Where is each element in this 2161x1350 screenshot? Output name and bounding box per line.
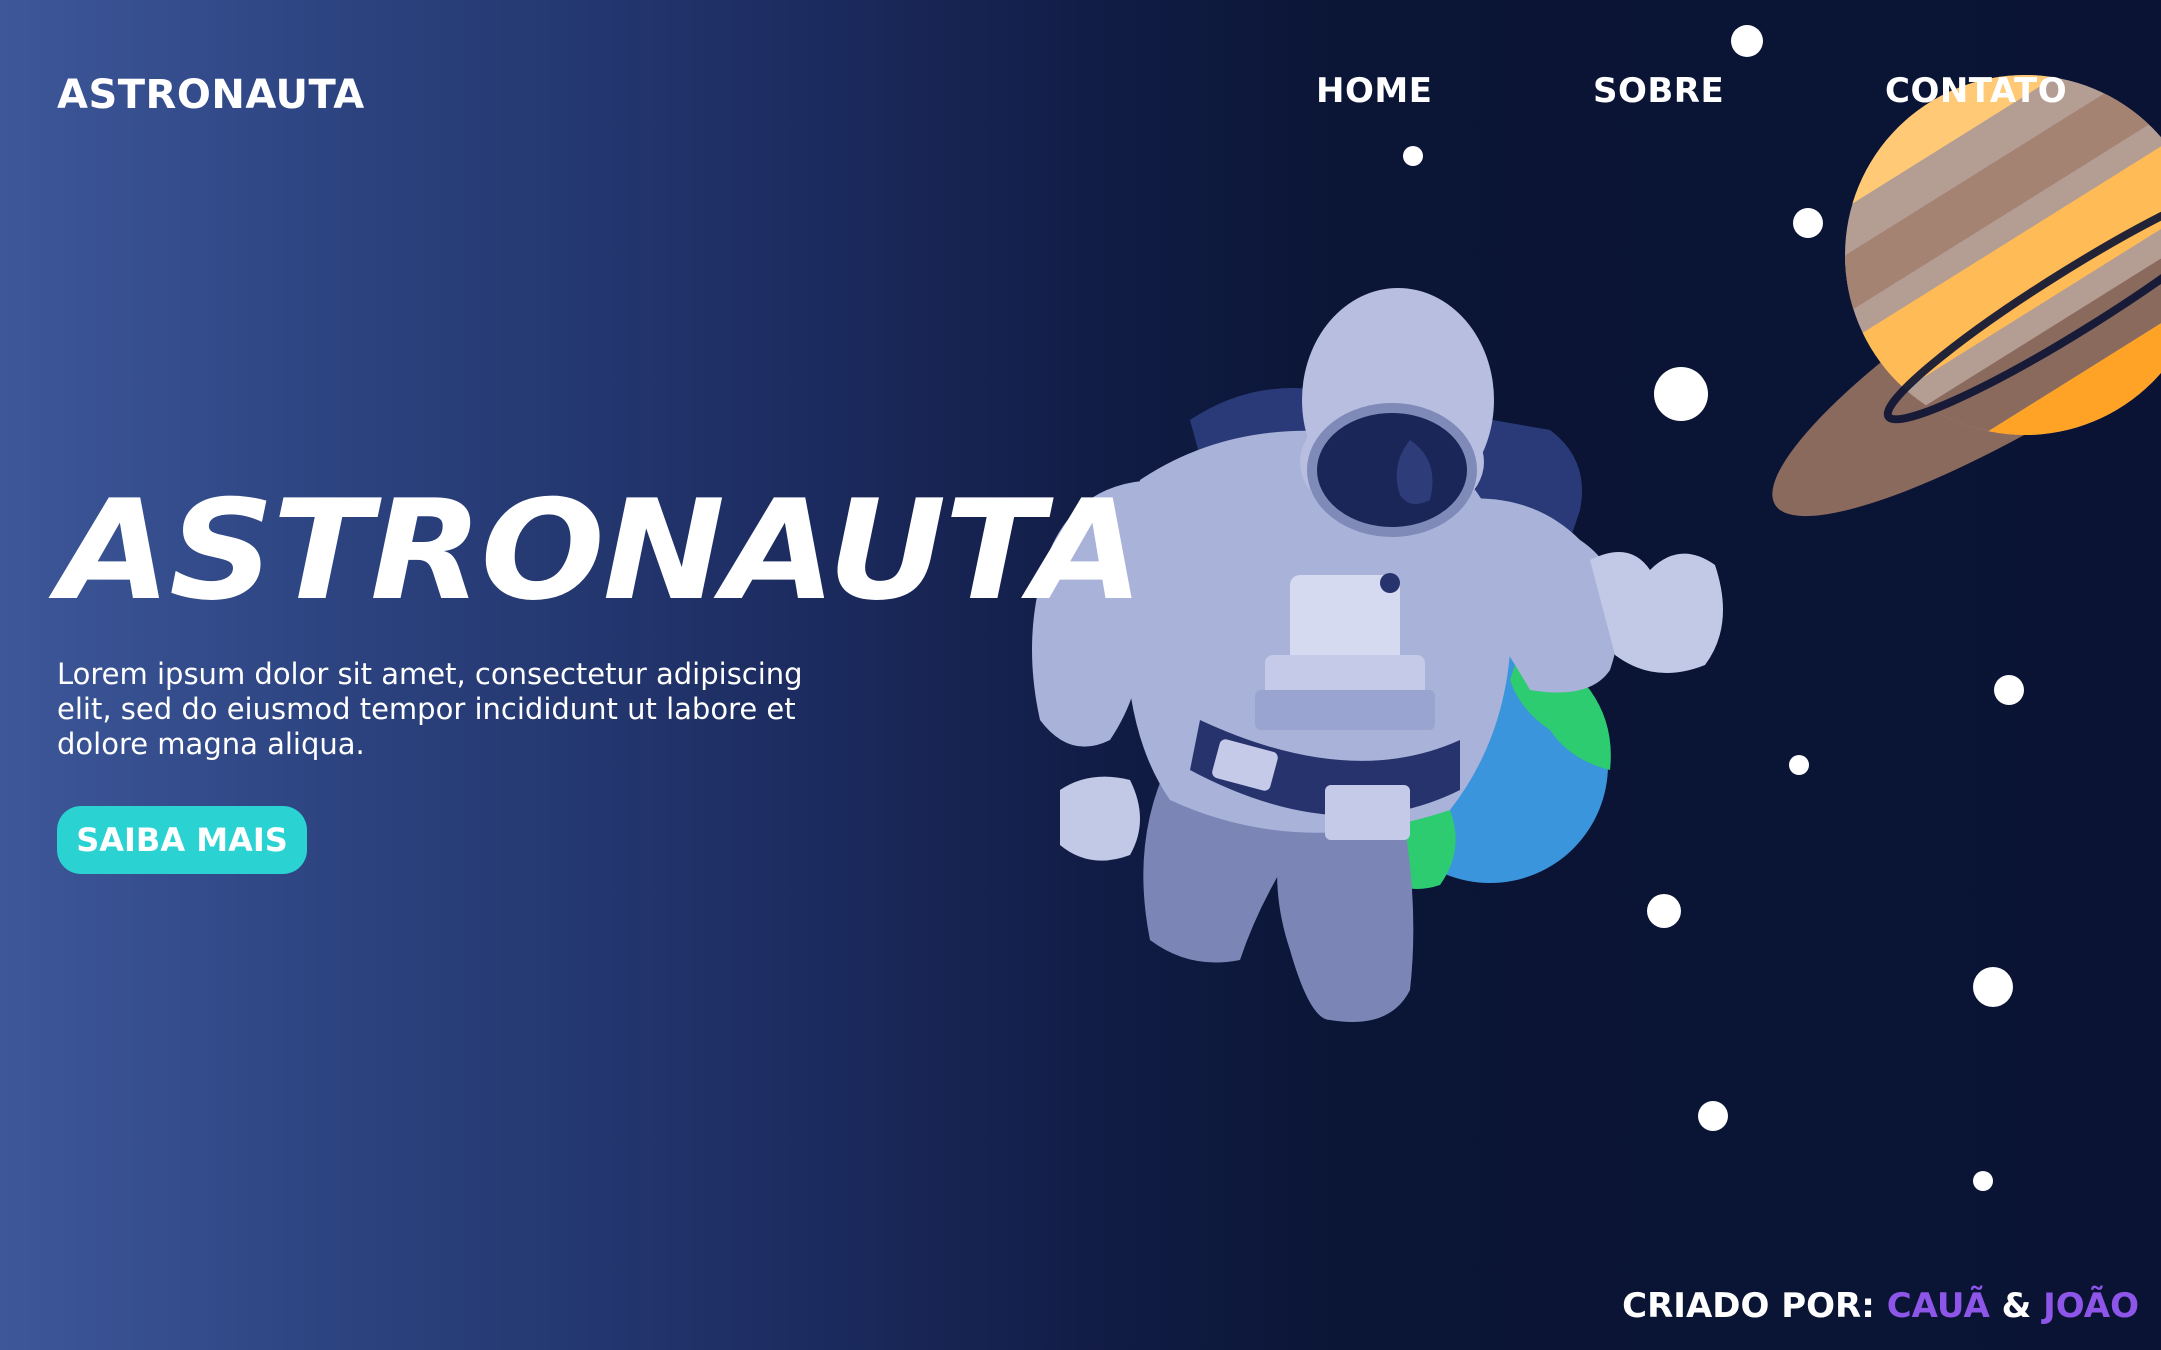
nav-link-home[interactable]: HOME <box>1316 71 1432 111</box>
astronaut-illustration <box>1032 288 1723 1022</box>
nav-link-sobre[interactable]: SOBRE <box>1593 71 1724 111</box>
credit-prefix: CRIADO POR: <box>1622 1286 1875 1326</box>
credit-separator: & <box>2001 1286 2032 1326</box>
hero-title: ASTRONAUTA <box>58 470 1144 631</box>
saiba-mais-button[interactable]: SAIBA MAIS <box>57 806 307 874</box>
hero-description: Lorem ipsum dolor sit amet, consectetur … <box>57 657 803 761</box>
author-2: JOÃO <box>2043 1286 2139 1326</box>
site-logo[interactable]: ASTRONAUTA <box>57 72 365 118</box>
author-1: CAUÃ <box>1886 1286 1990 1326</box>
nav-link-contato[interactable]: CONTATO <box>1885 71 2067 111</box>
footer-credit: CRIADO POR: CAUÃ & JOÃO <box>1622 1286 2139 1326</box>
